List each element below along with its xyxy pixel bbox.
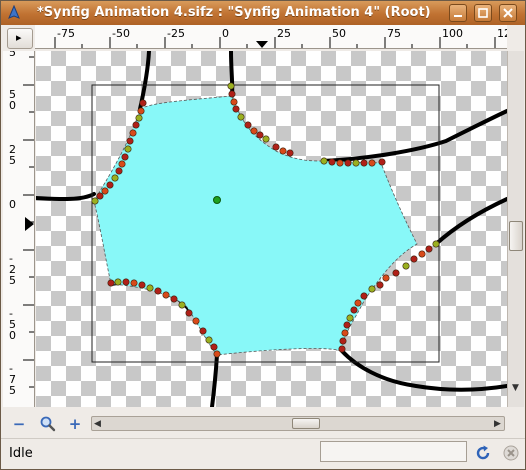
scroll-down-arrow-icon[interactable]: ▼ <box>512 383 519 393</box>
ruler-position-marker <box>256 41 268 48</box>
origin-handle <box>213 196 221 204</box>
vertical-scrollbar[interactable]: ▼ <box>507 51 524 407</box>
horizontal-scrollbar-thumb[interactable] <box>292 418 320 429</box>
horizontal-ruler-ticks <box>54 37 496 48</box>
vruler-label: 5 <box>9 274 16 287</box>
zoom-fit-button[interactable] <box>38 416 58 434</box>
magnifier-icon <box>40 416 56 432</box>
zoom-in-button[interactable]: + <box>65 416 85 434</box>
hruler-label: -50 <box>112 27 130 40</box>
hruler-label: 50 <box>332 27 346 40</box>
stop-button[interactable] <box>501 443 521 463</box>
close-button[interactable] <box>499 4 517 22</box>
drawing-canvas[interactable] <box>36 51 507 407</box>
synfig-canvas-window: *Synfig Animation 4.sifz : "Synfig Anima… <box>0 0 526 470</box>
vruler-label: 0 <box>9 99 16 112</box>
title-bar[interactable]: *Synfig Animation 4.sifz : "Synfig Anima… <box>1 1 525 25</box>
render-progress-bar <box>320 441 467 462</box>
close-icon <box>503 8 513 18</box>
vruler-label: 5 <box>9 51 16 59</box>
refresh-button[interactable] <box>473 443 493 463</box>
maximize-button[interactable] <box>474 4 492 22</box>
zoom-out-button[interactable]: − <box>9 416 29 434</box>
hruler-label: 0 <box>222 27 229 40</box>
vruler-label: 5 <box>9 384 16 397</box>
vruler-label: 0 <box>9 329 16 342</box>
hruler-label: 25 <box>277 27 291 40</box>
scroll-left-arrow-icon[interactable]: ◀ <box>94 419 101 429</box>
hruler-label: 12 <box>497 27 507 40</box>
vertical-scrollbar-thumb[interactable] <box>509 221 523 251</box>
maximize-icon <box>478 8 488 18</box>
vertical-ruler-ticks <box>23 56 34 388</box>
minimize-button[interactable] <box>449 4 467 22</box>
hruler-label: -25 <box>167 27 185 40</box>
refresh-icon <box>476 445 490 460</box>
canvas-artwork <box>36 51 507 407</box>
canvas-menu-arrow-icon: ▸ <box>16 31 22 44</box>
vruler-label: 0 <box>9 198 16 211</box>
canvas-menu-button[interactable]: ▸ <box>7 28 33 49</box>
vertical-ruler[interactable]: 5 5 0 2 5 0 - 2 5 - 5 0 - 7 5 <box>3 51 35 407</box>
horizontal-scrollbar[interactable]: ◀ ▶ <box>91 416 505 431</box>
horizontal-ruler[interactable]: -75 -50 -25 0 25 50 75 100 12 <box>35 25 507 49</box>
cyan-region-shape <box>93 95 418 356</box>
synfig-app-icon <box>8 5 20 19</box>
minimize-icon <box>454 15 462 17</box>
vruler-label: 5 <box>9 154 16 167</box>
stop-icon <box>503 445 519 461</box>
status-text: Idle <box>9 446 33 461</box>
vruler-position-marker <box>25 217 34 231</box>
hruler-label: 75 <box>387 27 401 40</box>
hruler-label: 100 <box>442 27 463 40</box>
hruler-label: -75 <box>57 27 75 40</box>
window-title: *Synfig Animation 4.sifz : "Synfig Anima… <box>37 5 431 20</box>
scroll-right-arrow-icon[interactable]: ▶ <box>494 419 501 429</box>
